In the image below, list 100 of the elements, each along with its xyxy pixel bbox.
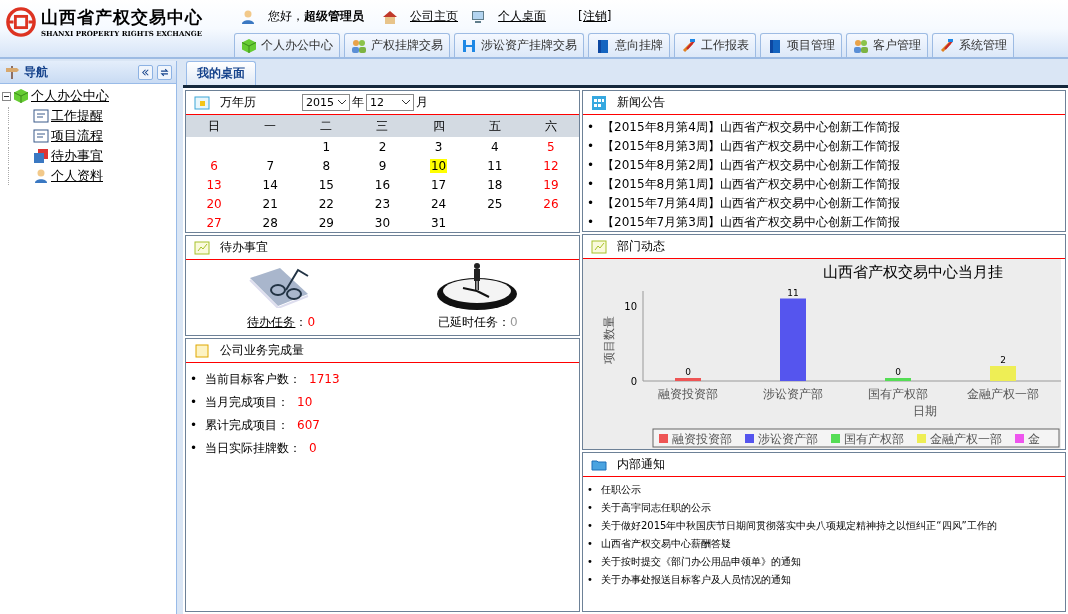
bullet: • <box>587 537 593 551</box>
stat-value: 607 <box>297 417 320 434</box>
calendar-day[interactable]: 28 <box>261 215 279 230</box>
module-tab[interactable]: 工作报表 <box>674 33 756 57</box>
desk-tab[interactable]: 我的桌面 <box>186 61 256 85</box>
x-tick-label: 国有产权部 <box>868 387 928 401</box>
calendar-day[interactable]: 9 <box>377 158 388 173</box>
calendar-day[interactable]: 26 <box>542 196 560 211</box>
notice-item[interactable]: 关于办事处报送目标客户及人员情况的通知 <box>600 571 791 588</box>
notice-item[interactable]: 关于高宇同志任职的公示 <box>600 499 711 516</box>
data-label: 2 <box>1000 355 1006 365</box>
calendar-day[interactable]: 31 <box>430 215 448 230</box>
module-tab[interactable]: 系统管理 <box>932 33 1014 57</box>
legend-swatch <box>831 434 840 443</box>
y-tick-label: 10 <box>624 301 637 312</box>
notice-item[interactable]: 任职公示 <box>600 481 641 498</box>
tree-item[interactable]: 工作提醒 <box>51 107 103 125</box>
calendar-day[interactable]: 7 <box>265 158 276 173</box>
refresh-button[interactable] <box>157 64 172 80</box>
header-link[interactable]: 公司主页 <box>410 8 458 25</box>
news-item[interactable]: 【2015年8月第4周】山西省产权交易中心创新工作简报 <box>602 119 900 136</box>
calendar-day[interactable]: 27 <box>205 215 223 230</box>
module-tab[interactable]: 个人办公中心 <box>234 33 340 57</box>
bullet: • <box>587 195 595 212</box>
collapse-button[interactable] <box>138 64 153 80</box>
calendar-day[interactable]: 20 <box>205 196 223 211</box>
news-item[interactable]: 【2015年7月第3周】山西省产权交易中心创新工作简报 <box>602 214 900 231</box>
news-item[interactable]: 【2015年8月第3周】山西省产权交易中心创新工作简报 <box>602 138 900 155</box>
month-select[interactable]: 12 <box>366 94 414 111</box>
signpost-icon <box>4 64 20 80</box>
calendar-day[interactable]: 23 <box>373 196 392 211</box>
calendar-day[interactable]: 4 <box>489 139 500 154</box>
x-tick-label: 涉讼资产部 <box>763 387 823 401</box>
calendar-day[interactable]: 14 <box>261 177 279 192</box>
bullet: • <box>190 394 198 411</box>
calendar-day[interactable]: 6 <box>209 158 219 173</box>
calendar-day[interactable]: 13 <box>205 177 223 192</box>
panel-title: 万年历 <box>220 94 256 111</box>
tree-toggle[interactable] <box>2 91 11 101</box>
notice-item[interactable]: 关于按时提交《部门办公用品申领单》的通知 <box>600 553 801 570</box>
calendar-day[interactable]: 2 <box>377 139 388 154</box>
calendar-day[interactable]: 19 <box>542 177 560 192</box>
notice-item[interactable]: 山西省产权交易中心薪酬答疑 <box>600 535 731 552</box>
pending-tasks-link[interactable]: 待办任务 <box>247 315 296 329</box>
news-item[interactable]: 【2015年8月第1周】山西省产权交易中心创新工作简报 <box>602 176 900 193</box>
module-tab[interactable]: 产权挂牌交易 <box>344 33 450 57</box>
calendar-day[interactable]: 15 <box>317 177 335 192</box>
logout-link[interactable]: [注销] <box>578 8 612 25</box>
stat-value: 1713 <box>309 371 340 388</box>
note-icon <box>194 342 210 359</box>
module-tab[interactable]: 项目管理 <box>760 33 842 57</box>
calendar-day[interactable]: 8 <box>321 158 332 173</box>
refresh-icon <box>159 66 170 78</box>
news-item[interactable]: 【2015年8月第2周】山西省产权交易中心创新工作简报 <box>602 157 900 174</box>
calendar-day[interactable]: 17 <box>430 177 448 192</box>
calendar-day[interactable]: 24 <box>430 196 448 211</box>
bullet: • <box>587 555 593 569</box>
legend-label: 国有产权部 <box>844 432 904 446</box>
cube-icon <box>13 88 29 104</box>
notice-item[interactable]: 关于做好2015年中秋国庆节日期间贯彻落实中央八项规定精神持之以恒纠正“四风”工作的 <box>600 517 997 534</box>
tools-icon <box>681 37 697 54</box>
header-link[interactable]: 个人桌面 <box>498 8 546 25</box>
calendar-day[interactable]: 10 <box>430 158 448 173</box>
data-label: 0 <box>685 367 691 377</box>
calendar-day[interactable]: 25 <box>486 196 504 211</box>
tools-icon <box>939 37 955 54</box>
stat-value: 0 <box>309 440 317 457</box>
calendar-day[interactable]: 21 <box>261 196 279 211</box>
calendar-day[interactable]: 3 <box>433 139 444 154</box>
module-tab[interactable]: 意向挂牌 <box>588 33 670 57</box>
year-select[interactable]: 2015 <box>302 94 350 111</box>
year-label: 年 <box>352 94 364 111</box>
calendar-day[interactable]: 29 <box>317 215 335 230</box>
tree-item[interactable]: 项目流程 <box>51 127 103 145</box>
tree-item[interactable]: 个人办公中心 <box>31 87 109 105</box>
calendar-day[interactable]: 30 <box>373 215 392 230</box>
calendar-day[interactable]: 1 <box>321 139 332 154</box>
calendar-day[interactable]: 18 <box>486 177 504 192</box>
grid-icon <box>591 94 607 111</box>
tree-item[interactable]: 个人资料 <box>51 167 103 185</box>
stat-label: 当月完成项目： <box>205 394 290 411</box>
calendar-day[interactable]: 5 <box>546 139 556 154</box>
module-tab[interactable]: 涉讼资产挂牌交易 <box>454 33 584 57</box>
calendar-day[interactable]: 12 <box>542 158 560 173</box>
tree-item[interactable]: 待办事宜 <box>51 147 103 165</box>
calendar-day[interactable]: 16 <box>373 177 392 192</box>
stack-icon <box>33 148 49 164</box>
news-item[interactable]: 【2015年7月第4周】山西省产权交易中心创新工作简报 <box>602 195 900 212</box>
form-icon <box>33 128 49 144</box>
book-icon <box>595 37 611 54</box>
module-tab[interactable]: 客户管理 <box>846 33 928 57</box>
weekday-header: 三 <box>354 115 411 137</box>
chart-bar <box>675 378 701 381</box>
calendar-day[interactable]: 22 <box>317 196 335 211</box>
panel-title: 内部通知 <box>617 456 665 473</box>
stat-label: 累计完成项目： <box>205 417 290 434</box>
bullet: • <box>190 371 198 388</box>
bullet: • <box>587 176 595 193</box>
calendar-day[interactable]: 11 <box>486 158 504 173</box>
y-tick-label: 0 <box>630 376 637 387</box>
